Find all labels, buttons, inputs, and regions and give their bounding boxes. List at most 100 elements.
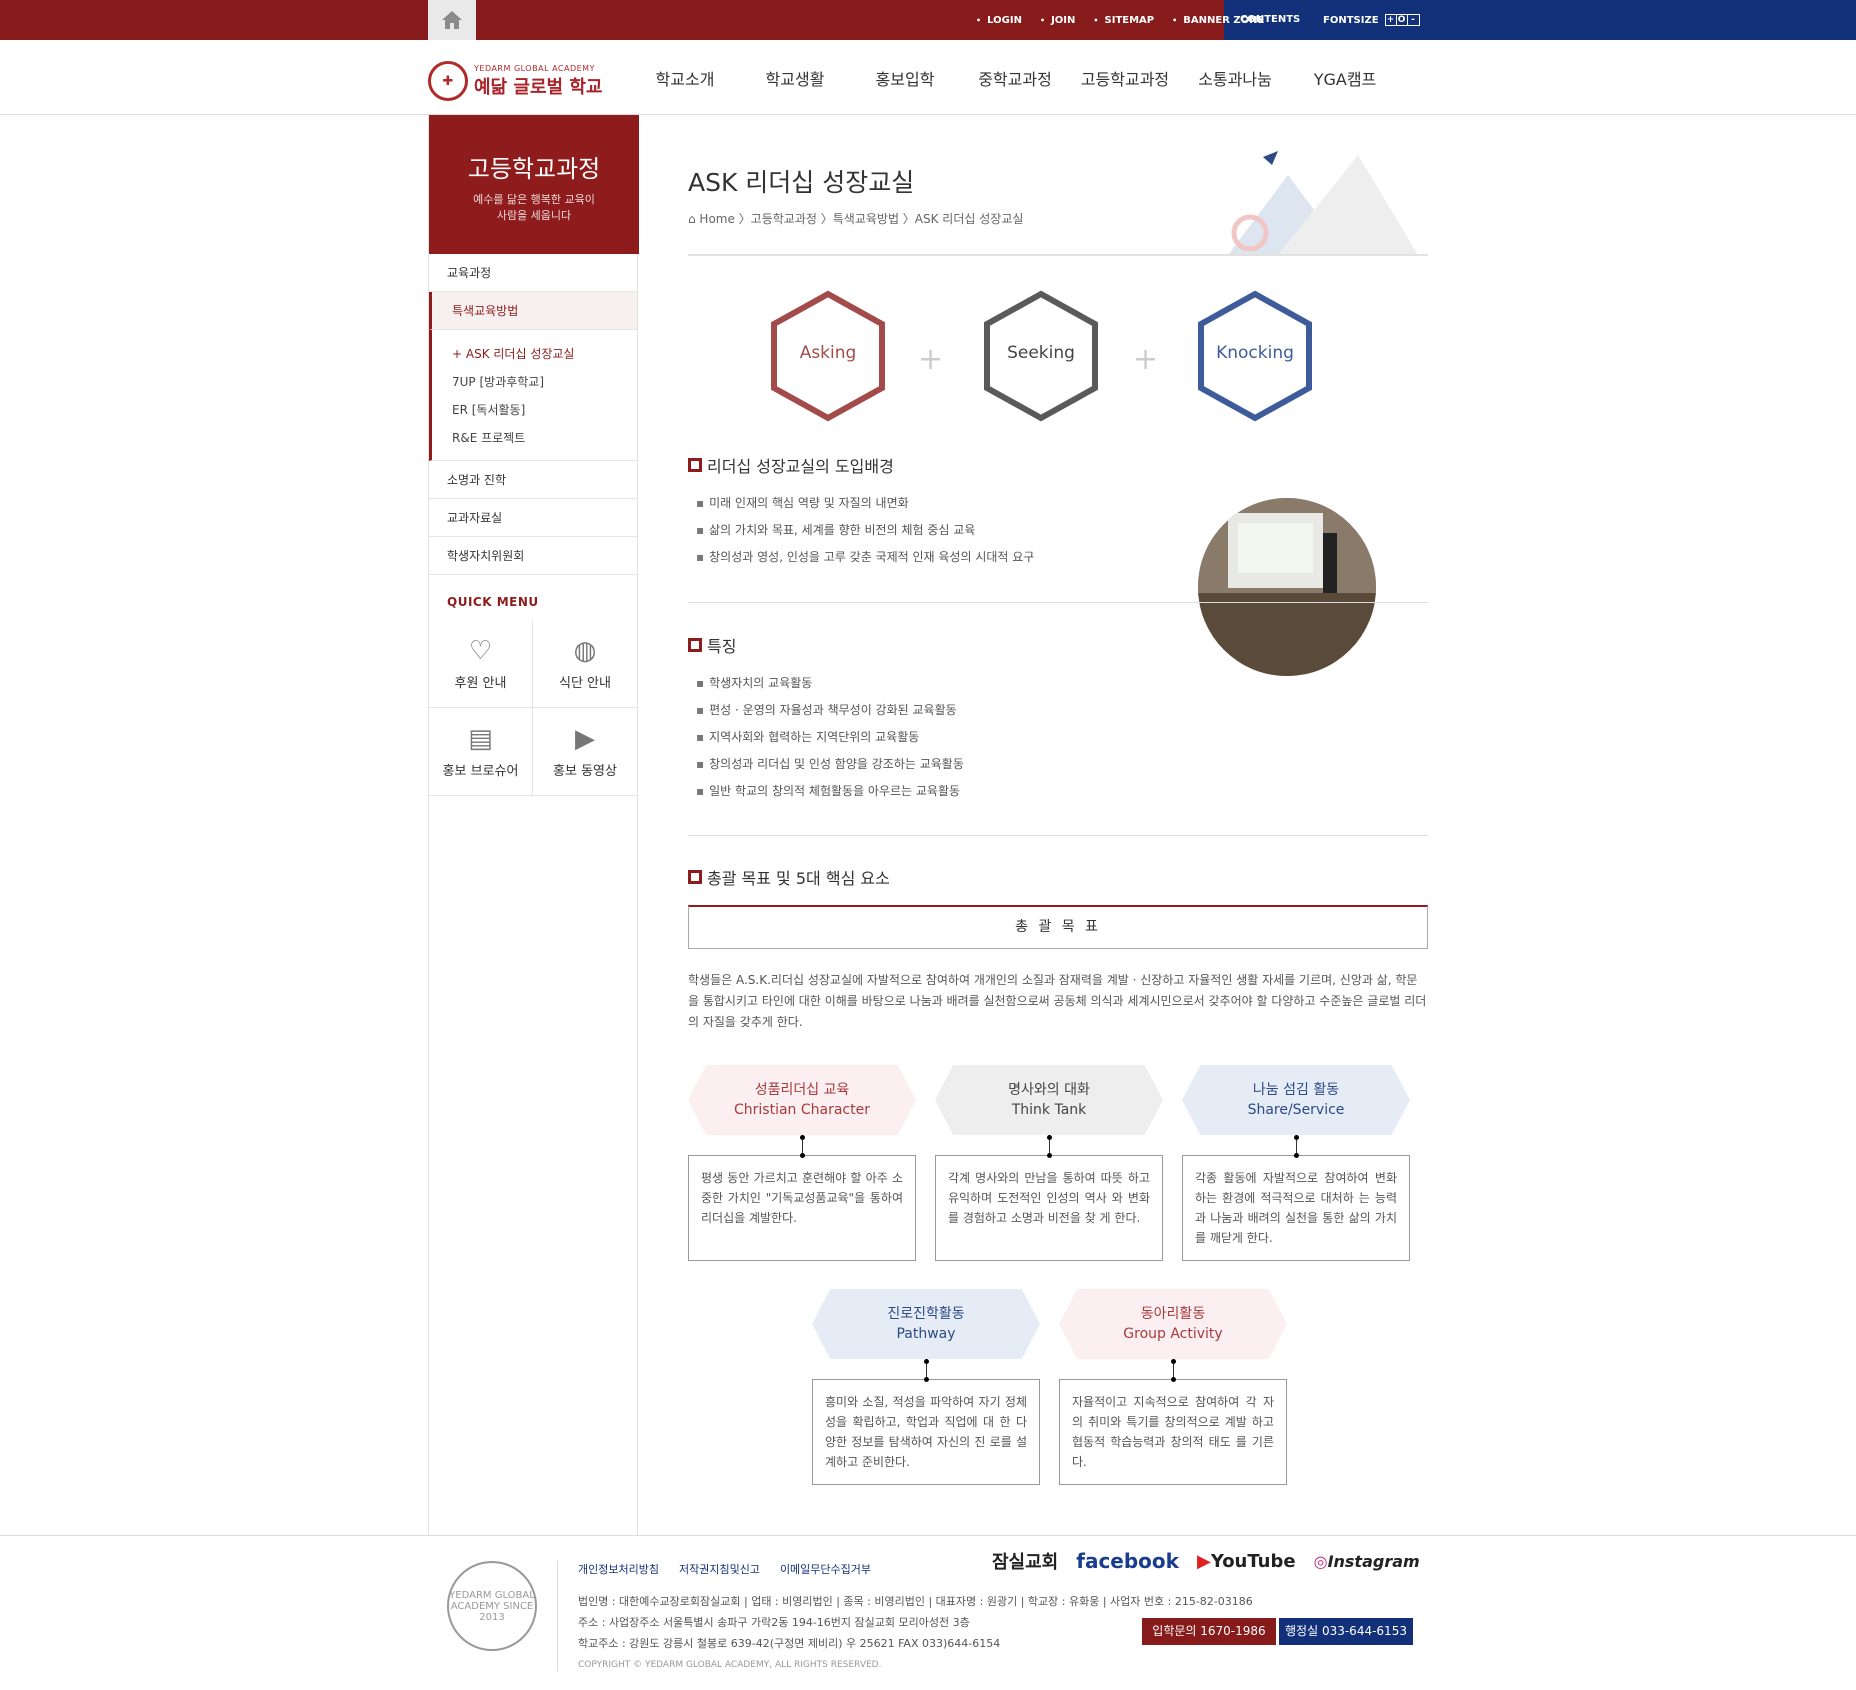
sidebar-subtitle: 예수를 닮은 행복한 교육이 사람을 세웁니다 bbox=[473, 193, 595, 222]
list-item: 편성 · 운영의 자율성과 책무성이 강화된 교육활동 bbox=[696, 697, 964, 724]
connector bbox=[1046, 1135, 1052, 1158]
submenu-item-er[interactable]: ER [독서활동] bbox=[452, 396, 637, 424]
sidebar-item-curriculum[interactable]: 교육과정 bbox=[429, 254, 637, 292]
list-item: 학생자치의 교육활동 bbox=[696, 670, 964, 697]
instagram-icon: ◎ bbox=[1313, 1551, 1328, 1571]
office-tel-button[interactable]: 행정실 033-644-6153 bbox=[1279, 1618, 1413, 1645]
quick-donation[interactable]: ♡ 후원 안내 bbox=[429, 620, 533, 708]
video-camera-icon: ▶ bbox=[575, 724, 595, 754]
section-title-features: 특징 bbox=[688, 633, 736, 657]
plus-icon: + bbox=[918, 342, 944, 377]
sidebar-submenu: + ASK 리더십 성장교실 7UP [방과후학교] ER [독서활동] R&E… bbox=[429, 330, 637, 461]
nav-item-about[interactable]: 학교소개 bbox=[630, 66, 740, 90]
mountain-decoration bbox=[1228, 151, 1418, 255]
connector bbox=[799, 1135, 805, 1158]
breadcrumb: ⌂ Home 〉고등학교과정 〉특색교육방법 〉ASK 리더십 성장교실 bbox=[688, 212, 1024, 226]
logo-en: YEDARM GLOBAL ACADEMY bbox=[474, 63, 595, 73]
list-item: 일반 학교의 창의적 체험활동을 아우르는 교육활동 bbox=[696, 778, 964, 805]
top-bar: LOGIN JOIN SITEMAP BANNER ZONE CONTENTS … bbox=[0, 0, 1856, 40]
submenu-item-rne[interactable]: R&E 프로젝트 bbox=[452, 424, 637, 452]
list-item: 창의성과 영성, 인성을 고루 갖춘 국제적 인재 육성의 시대적 요구 bbox=[696, 544, 1034, 571]
admission-tel-button[interactable]: 입학문의 1670-1986 bbox=[1142, 1618, 1276, 1645]
facebook-link[interactable]: facebook bbox=[1076, 1549, 1179, 1573]
quick-menu-title: QUICK MENU bbox=[447, 595, 539, 609]
footer-seal-logo: YEDARM GLOBAL ACADEMY SINCE 2013 bbox=[447, 1561, 537, 1651]
hexagon-asking: Asking bbox=[768, 290, 888, 422]
element-pathway: 진로진학활동 Pathway 흥미와 소질, 적성을 파악하여 자기 정체성을 확… bbox=[812, 1289, 1040, 1485]
font-decrease-button[interactable]: - bbox=[1408, 15, 1419, 25]
home-button[interactable] bbox=[428, 0, 476, 40]
copyright-text: COPYRIGHT © YEDARM GLOBAL ACADEMY, ALL R… bbox=[578, 1660, 882, 1670]
element-character: 성품리더십 교육 Christian Character 평생 동안 가르치고 훈… bbox=[688, 1065, 916, 1261]
brochure-icon: ▤ bbox=[468, 724, 493, 754]
connector bbox=[1293, 1135, 1299, 1158]
element-think-tank: 명사와의 대화 Think Tank 각계 명사와의 만남을 통하여 따뜻 하고 … bbox=[935, 1065, 1163, 1261]
element-description: 각계 명사와의 만남을 통하여 따뜻 하고 유익하며 도전적인 인성의 역사 와… bbox=[935, 1155, 1163, 1261]
fontsize-control: FONTSIZE + O - bbox=[1323, 0, 1420, 40]
top-links: LOGIN JOIN SITEMAP BANNER ZONE bbox=[976, 0, 1264, 40]
ask-hexagons: Asking + Seeking + Knocking bbox=[768, 290, 1368, 430]
nav-item-yga-camp[interactable]: YGA캠프 bbox=[1290, 66, 1400, 90]
footer-links: 개인정보처리방침 저작권지침및신고 이메일무단수집거부 bbox=[578, 1561, 871, 1577]
element-description: 각종 활동에 자발적으로 참여하여 변화하는 환경에 적극적으로 대처하 는 능… bbox=[1182, 1155, 1410, 1261]
nav-item-admission[interactable]: 홍보입학 bbox=[850, 66, 960, 90]
sidebar-title: 고등학교과정 bbox=[467, 155, 601, 183]
donation-icon: ♡ bbox=[468, 636, 493, 666]
meal-icon: ◍ bbox=[573, 636, 597, 666]
goal-label: 총 괄 목 표 bbox=[688, 905, 1428, 949]
nav-item-high-school[interactable]: 고등학교과정 bbox=[1070, 66, 1180, 90]
element-group-activity: 동아리활동 Group Activity 자율적이고 지속적으로 참여하여 각 자… bbox=[1059, 1289, 1287, 1485]
section-bullet-icon bbox=[688, 870, 702, 884]
instagram-link[interactable]: ◎Instagram bbox=[1314, 1552, 1420, 1571]
classroom-photo bbox=[1198, 498, 1376, 676]
hexagon-knocking: Knocking bbox=[1195, 290, 1315, 422]
logo-emblem-icon: ✚ bbox=[428, 61, 468, 101]
element-description: 자율적이고 지속적으로 참여하여 각 자의 취미와 특기를 창의적으로 계발 하… bbox=[1059, 1379, 1287, 1485]
email-policy-link[interactable]: 이메일무단수집거부 bbox=[780, 1561, 871, 1577]
section-title-background: 리더십 성장교실의 도입배경 bbox=[688, 453, 894, 477]
features-list: 학생자치의 교육활동 편성 · 운영의 자율성과 책무성이 강화된 교육활동 지… bbox=[696, 670, 964, 805]
login-link[interactable]: LOGIN bbox=[976, 15, 1022, 26]
sidebar-header: 고등학교과정 예수를 닮은 행복한 교육이 사람을 세웁니다 bbox=[429, 115, 639, 254]
sidebar: 고등학교과정 예수를 닮은 행복한 교육이 사람을 세웁니다 교육과정 특색교육방… bbox=[428, 115, 639, 1535]
copyright-policy-link[interactable]: 저작권지침및신고 bbox=[679, 1561, 760, 1577]
nav-item-school-life[interactable]: 학교생활 bbox=[740, 66, 850, 90]
hexagon-seeking: Seeking bbox=[981, 290, 1101, 422]
submenu-item-7up[interactable]: 7UP [방과후학교] bbox=[452, 368, 637, 396]
font-reset-button[interactable]: O bbox=[1397, 15, 1408, 25]
section-divider bbox=[688, 602, 1428, 603]
quick-meal[interactable]: ◍ 식단 안내 bbox=[533, 620, 637, 708]
list-item: 미래 인재의 핵심 역량 및 자질의 내면화 bbox=[696, 490, 1034, 517]
sitemap-link[interactable]: SITEMAP bbox=[1093, 15, 1155, 26]
sns-links: 잠실교회 facebook ▶YouTube ◎Instagram bbox=[992, 1548, 1420, 1574]
footer-divider bbox=[557, 1561, 558, 1671]
title-divider bbox=[688, 254, 1428, 256]
quick-menu: ♡ 후원 안내 ◍ 식단 안내 ▤ 홍보 브로슈어 ▶ 홍보 동영상 bbox=[429, 619, 637, 796]
connector bbox=[923, 1359, 929, 1382]
join-link[interactable]: JOIN bbox=[1040, 15, 1075, 26]
sidebar-item-special-methods[interactable]: 특색교육방법 bbox=[429, 292, 637, 330]
sidebar-item-student-council[interactable]: 학생자치위원회 bbox=[429, 537, 637, 575]
sidebar-item-materials[interactable]: 교과자료실 bbox=[429, 499, 637, 537]
font-increase-button[interactable]: + bbox=[1386, 15, 1397, 25]
element-description: 흥미와 소질, 적성을 파악하여 자기 정체성을 확립하고, 학업과 직업에 대… bbox=[812, 1379, 1040, 1485]
jamsil-church-link[interactable]: 잠실교회 bbox=[992, 1548, 1058, 1574]
list-item: 삶의 가치와 목표, 세계를 향한 비전의 체험 중심 교육 bbox=[696, 517, 1034, 544]
list-item: 창의성과 리더십 및 인성 함양을 강조하는 교육활동 bbox=[696, 751, 964, 778]
fontsize-label: FONTSIZE bbox=[1323, 14, 1379, 26]
section-title-goals: 총괄 목표 및 5대 핵심 요소 bbox=[688, 865, 890, 889]
quick-video[interactable]: ▶ 홍보 동영상 bbox=[533, 708, 637, 796]
privacy-policy-link[interactable]: 개인정보처리방침 bbox=[578, 1561, 659, 1577]
connector bbox=[1170, 1359, 1176, 1382]
youtube-link[interactable]: ▶YouTube bbox=[1197, 1551, 1296, 1572]
contents-link[interactable]: CONTENTS bbox=[1240, 0, 1300, 40]
site-logo[interactable]: ✚ YEDARM GLOBAL ACADEMY 예닮 글로벌 학교 bbox=[428, 61, 602, 101]
element-description: 평생 동안 가르치고 훈련해야 할 아주 소중한 가치인 "기독교성품교육"을 … bbox=[688, 1155, 916, 1261]
plus-icon: + bbox=[1133, 342, 1159, 377]
nav-item-community[interactable]: 소통과나눔 bbox=[1180, 66, 1290, 90]
logo-ko: 예닮 글로벌 학교 bbox=[474, 76, 603, 98]
submenu-item-ask[interactable]: + ASK 리더십 성장교실 bbox=[452, 340, 637, 368]
nav-item-middle-school[interactable]: 중학교과정 bbox=[960, 66, 1070, 90]
quick-brochure[interactable]: ▤ 홍보 브로슈어 bbox=[429, 708, 533, 796]
sidebar-item-calling[interactable]: 소명과 진학 bbox=[429, 461, 637, 499]
